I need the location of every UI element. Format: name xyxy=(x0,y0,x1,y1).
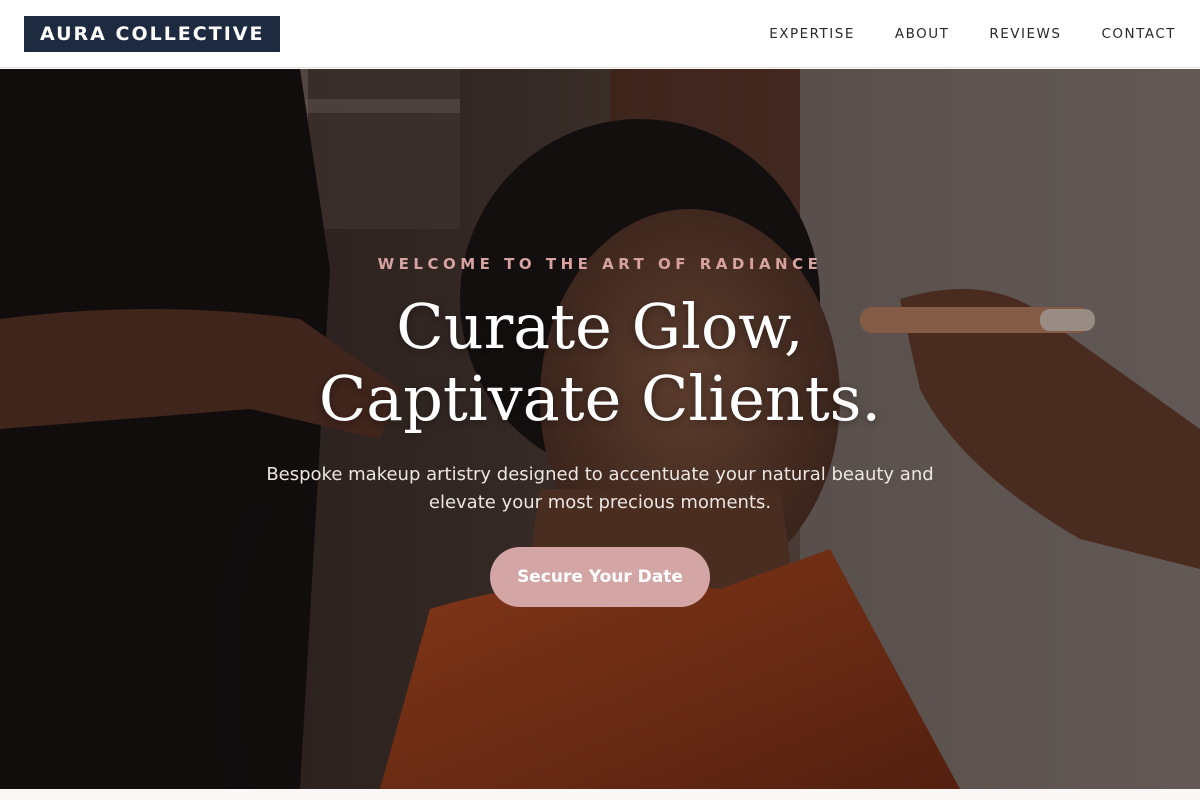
hero-headline: Curate Glow, Captivate Clients. xyxy=(0,291,1200,435)
main-nav: EXPERTISE ABOUT REVIEWS CONTACT xyxy=(769,26,1176,42)
hero-subtext: Bespoke makeup artistry designed to acce… xyxy=(266,464,934,513)
logo[interactable]: AURA COLLECTIVE xyxy=(24,15,281,52)
hero-eyebrow: WELCOME TO THE ART OF RADIANCE xyxy=(377,255,823,273)
nav-reviews[interactable]: REVIEWS xyxy=(989,26,1061,42)
nav-about[interactable]: ABOUT xyxy=(895,26,950,42)
hero-headline-line1: Curate Glow, xyxy=(396,290,804,363)
site-header: AURA COLLECTIVE EXPERTISE ABOUT REVIEWS … xyxy=(0,0,1200,68)
bottom-strip xyxy=(0,789,1200,800)
hero-content: WELCOME TO THE ART OF RADIANCE Curate Gl… xyxy=(0,69,1200,789)
hero-headline-line2: Captivate Clients. xyxy=(318,362,882,435)
nav-contact[interactable]: CONTACT xyxy=(1101,26,1176,42)
nav-expertise[interactable]: EXPERTISE xyxy=(769,26,855,42)
secure-date-button[interactable]: Secure Your Date xyxy=(490,547,710,607)
hero-section: WELCOME TO THE ART OF RADIANCE Curate Gl… xyxy=(0,69,1200,789)
